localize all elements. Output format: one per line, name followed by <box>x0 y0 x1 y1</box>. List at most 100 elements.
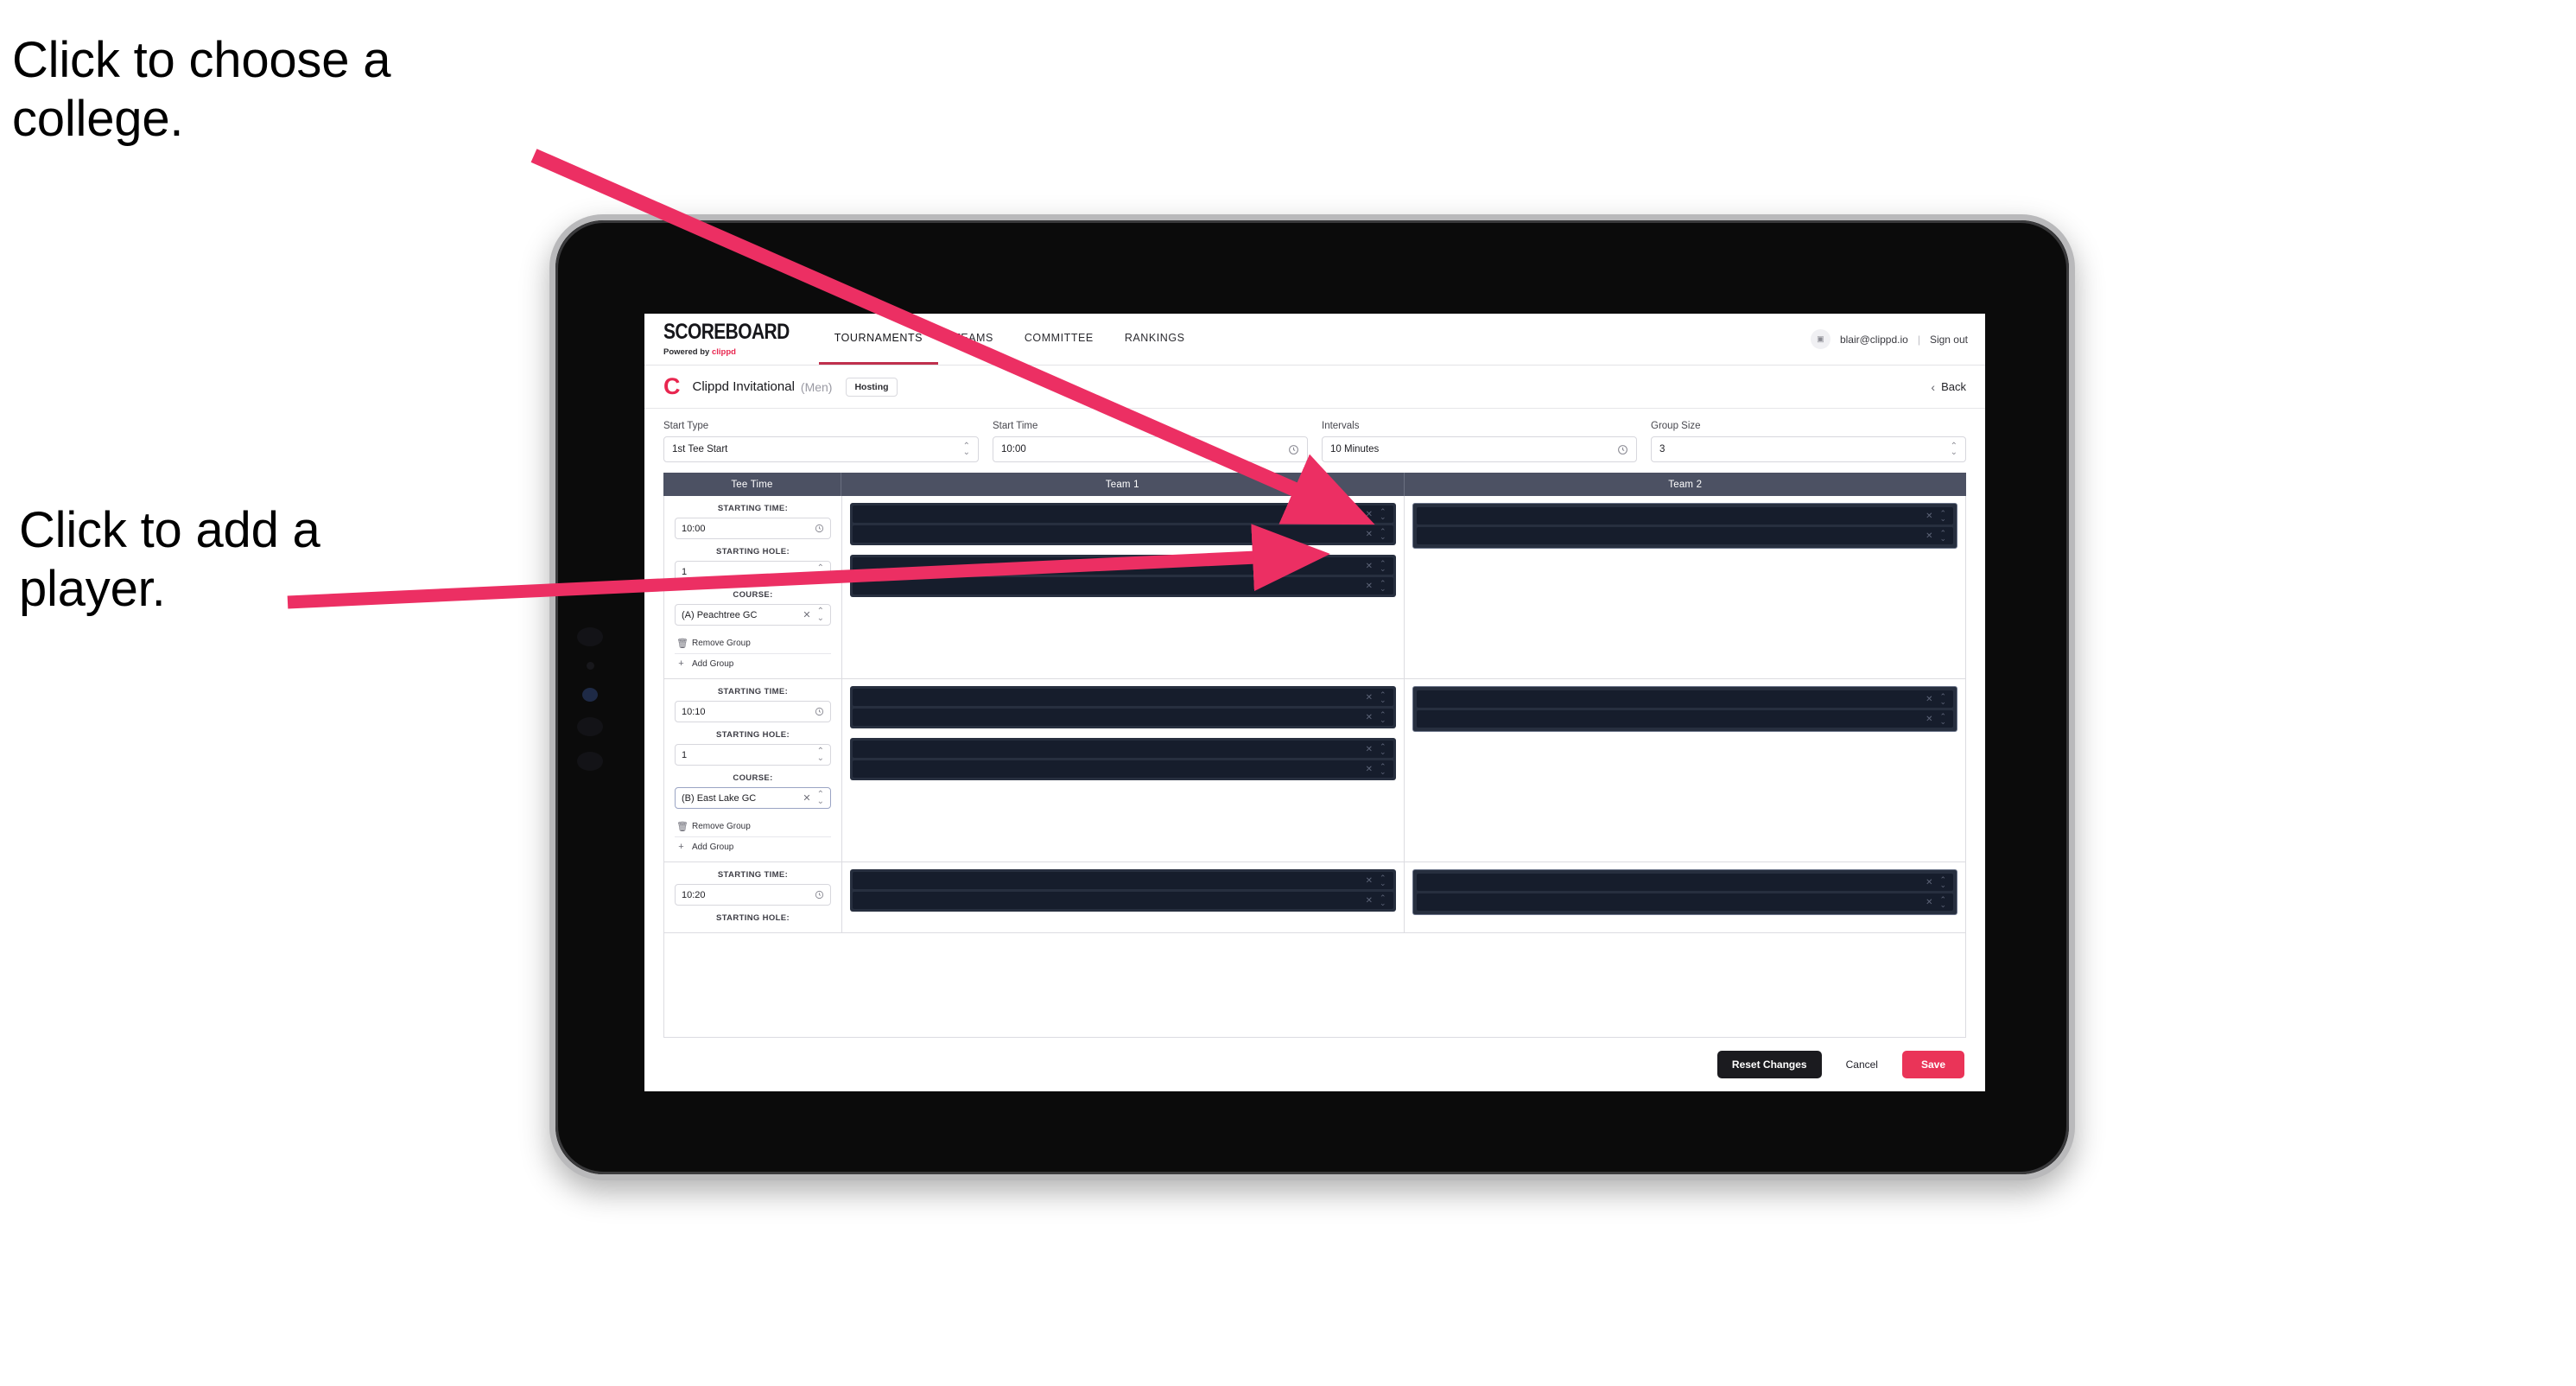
player-slot[interactable]: ✕ ⌃ ⌄ <box>853 892 1393 909</box>
tee-time-cell: STARTING TIME: 10:00 STARTING HOLE: 1 ⌃ … <box>664 496 842 678</box>
close-icon[interactable]: ✕ <box>1926 512 1932 521</box>
player-slot[interactable]: ✕ ⌃ ⌄ <box>853 760 1393 778</box>
stepper-icon[interactable]: ⌃ ⌄ <box>1380 742 1386 755</box>
back-button[interactable]: ‹ Back <box>1931 380 1966 394</box>
starting-hole-input[interactable]: 1 ⌃ ⌄ <box>675 561 831 582</box>
player-slot[interactable]: ✕ ⌃ ⌄ <box>1416 527 1953 544</box>
close-icon[interactable]: ✕ <box>1366 530 1373 539</box>
player-slot[interactable]: ✕ ⌃ ⌄ <box>1416 710 1953 728</box>
start-type-select[interactable]: 1st Tee Start ⌃ ⌄ <box>663 436 979 462</box>
add-group-button[interactable]: + Add Group <box>675 837 831 856</box>
stepper-icon[interactable]: ⌃ ⌄ <box>817 791 824 806</box>
close-icon[interactable]: ✕ <box>1366 876 1373 886</box>
remove-group-button[interactable]: 🗑 Remove Group <box>675 633 831 654</box>
nav-item-rankings[interactable]: RANKINGS <box>1109 314 1201 365</box>
stepper-icon[interactable]: ⌃ ⌄ <box>1939 712 1946 725</box>
close-icon[interactable]: ✕ <box>1926 715 1932 724</box>
group-size-value: 3 <box>1659 444 1666 455</box>
course-select[interactable]: (A) Peachtree GC ✕ ⌃ ⌄ <box>675 604 831 626</box>
team-1-cell: ✕ ⌃ ⌄ ✕ ⌃ ⌄ ✕ ⌃ ⌄ ✕ ⌃ ⌄ <box>842 496 1405 678</box>
nav-item-tournaments[interactable]: TOURNAMENTS <box>818 314 939 365</box>
player-slot[interactable]: ✕ ⌃ ⌄ <box>1416 874 1953 891</box>
close-icon[interactable]: ✕ <box>1926 695 1932 704</box>
player-slot[interactable]: ✕ ⌃ ⌄ <box>1416 507 1953 525</box>
close-icon[interactable]: ✕ <box>1366 693 1373 703</box>
close-icon[interactable]: ✕ <box>1366 582 1373 591</box>
close-icon[interactable]: ✕ <box>1366 510 1373 519</box>
player-slot[interactable]: ✕ ⌃ ⌄ <box>1416 893 1953 911</box>
player-slot[interactable]: ✕ ⌃ ⌄ <box>853 709 1393 726</box>
stepper-icon[interactable]: ⌃ ⌄ <box>1380 710 1386 723</box>
close-icon[interactable]: ✕ <box>1366 765 1373 774</box>
stepper-icon[interactable]: ⌃ ⌄ <box>817 747 824 763</box>
player-group: ✕ ⌃ ⌄ ✕ ⌃ ⌄ <box>1412 503 1957 549</box>
course-select[interactable]: (B) East Lake GC ✕ ⌃ ⌄ <box>675 787 831 809</box>
close-icon[interactable]: ✕ <box>1366 562 1373 571</box>
starting-hole-input[interactable]: 1 ⌃ ⌄ <box>675 744 831 766</box>
stepper-icon[interactable]: ⌃ ⌄ <box>1380 527 1386 540</box>
intervals-input[interactable]: 10 Minutes <box>1322 436 1637 462</box>
remove-group-label: Remove Group <box>692 639 751 648</box>
stepper-icon[interactable]: ⌃ ⌄ <box>1939 875 1946 888</box>
brand-logo[interactable]: SCOREBOARD Powered by clippd <box>663 314 819 365</box>
clock-icon[interactable] <box>1617 444 1628 455</box>
starting-time-input[interactable]: 10:10 <box>675 701 831 722</box>
reset-changes-button[interactable]: Reset Changes <box>1716 1051 1822 1078</box>
stepper-icon[interactable]: ⌃ ⌄ <box>1380 893 1386 906</box>
save-button[interactable]: Save <box>1901 1051 1964 1078</box>
starting-hole-value: 1 <box>682 566 688 577</box>
stepper-icon[interactable]: ⌃ ⌄ <box>963 442 970 457</box>
clock-icon[interactable] <box>815 890 824 900</box>
close-icon[interactable]: ✕ <box>803 609 810 620</box>
add-group-button[interactable]: + Add Group <box>675 654 831 673</box>
player-slot[interactable]: ✕ ⌃ ⌄ <box>853 689 1393 706</box>
column-header-team-2: Team 2 <box>1668 479 1703 490</box>
player-slot[interactable]: ✕ ⌃ ⌄ <box>853 577 1393 594</box>
clock-icon[interactable] <box>1288 444 1299 455</box>
clock-icon[interactable] <box>815 707 824 716</box>
close-icon[interactable]: ✕ <box>1366 713 1373 722</box>
clock-icon[interactable] <box>815 524 824 533</box>
stepper-icon[interactable]: ⌃ ⌄ <box>1380 762 1386 775</box>
close-icon[interactable]: ✕ <box>1366 745 1373 754</box>
stepper-icon[interactable]: ⌃ ⌄ <box>1380 507 1386 520</box>
close-icon[interactable]: ✕ <box>1926 878 1932 887</box>
course-value: (B) East Lake GC <box>682 792 757 804</box>
stepper-icon[interactable]: ⌃ ⌄ <box>1380 690 1386 703</box>
group-size-select[interactable]: 3 ⌃ ⌄ <box>1651 436 1966 462</box>
player-slot[interactable]: ✕ ⌃ ⌄ <box>853 741 1393 758</box>
nav-item-teams[interactable]: TEAMS <box>938 314 1009 365</box>
starting-time-input[interactable]: 10:00 <box>675 518 831 539</box>
remove-group-button[interactable]: 🗑 Remove Group <box>675 817 831 837</box>
stepper-icon[interactable]: ⌃ ⌄ <box>1939 509 1946 522</box>
account-email: blair@clippd.io <box>1839 333 1908 346</box>
stepper-icon[interactable]: ⌃ ⌄ <box>1380 874 1386 887</box>
stepper-icon[interactable]: ⌃ ⌄ <box>1951 442 1957 457</box>
sign-out-link[interactable]: Sign out <box>1930 334 1968 346</box>
player-slot[interactable]: ✕ ⌃ ⌄ <box>853 872 1393 889</box>
stepper-icon[interactable]: ⌃ ⌄ <box>1939 529 1946 542</box>
player-slot[interactable]: ✕ ⌃ ⌄ <box>853 557 1393 575</box>
stepper-icon[interactable]: ⌃ ⌄ <box>817 607 824 623</box>
close-icon[interactable]: ✕ <box>1926 531 1932 541</box>
user-icon[interactable]: ▣ <box>1810 329 1830 349</box>
player-slot[interactable]: ✕ ⌃ ⌄ <box>853 505 1393 523</box>
close-icon[interactable]: ✕ <box>803 792 810 804</box>
starting-time-input[interactable]: 10:20 <box>675 884 831 906</box>
stepper-icon[interactable]: ⌃ ⌄ <box>817 564 824 580</box>
stepper-icon[interactable]: ⌃ ⌄ <box>1380 579 1386 592</box>
stepper-icon[interactable]: ⌃ ⌄ <box>1380 559 1386 572</box>
close-icon[interactable]: ✕ <box>1926 898 1932 907</box>
stepper-icon[interactable]: ⌃ ⌄ <box>1939 895 1946 908</box>
close-icon[interactable]: ✕ <box>1366 896 1373 906</box>
account-separator: | <box>1917 333 1920 346</box>
nav-item-committee[interactable]: COMMITTEE <box>1009 314 1109 365</box>
player-slot[interactable]: ✕ ⌃ ⌄ <box>853 525 1393 543</box>
cancel-button[interactable]: Cancel <box>1834 1051 1890 1078</box>
starting-time-value: 10:10 <box>682 706 706 717</box>
tee-time-cell: STARTING TIME: 10:20 STARTING HOLE: <box>664 862 842 932</box>
stepper-icon[interactable]: ⌃ ⌄ <box>1939 692 1946 705</box>
start-time-input[interactable]: 10:00 <box>993 436 1308 462</box>
table-row: STARTING TIME: 10:00 STARTING HOLE: 1 ⌃ … <box>664 496 1965 679</box>
player-slot[interactable]: ✕ ⌃ ⌄ <box>1416 690 1953 708</box>
